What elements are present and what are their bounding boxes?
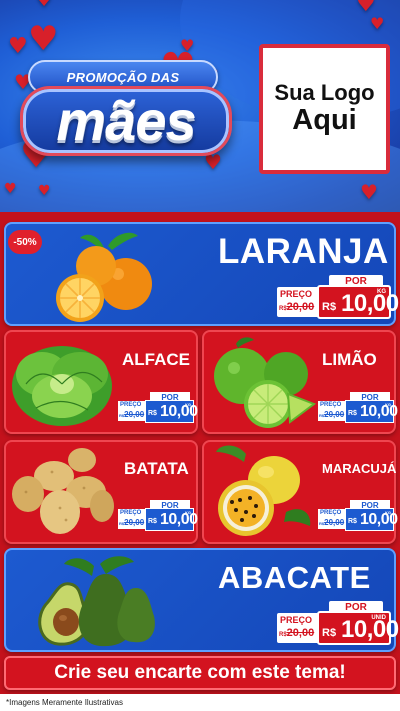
- current-price: 10,00: [341, 290, 399, 317]
- current-price: 10,00: [160, 403, 198, 420]
- unit-label: KG: [377, 289, 386, 295]
- unit-label: KG: [185, 402, 191, 407]
- unit-label: KG: [385, 402, 391, 407]
- header-banner: ♥ ♥ ♥ ♥ ♥ ♥ ♥ ♥ ♥ ♥ ♥ ♥ ♥ ♥ PROMOÇÃO DAS…: [0, 0, 400, 212]
- unit-label: UNID: [371, 615, 386, 621]
- old-price-box: PREÇO R$20,00: [277, 287, 319, 317]
- currency: R$: [148, 518, 157, 525]
- price-tag-batata: POR PREÇO R$20,00 R$ 10,00 KG: [118, 500, 198, 532]
- product-name-laranja: LARANJA: [218, 232, 389, 271]
- unit-label: KG: [185, 510, 191, 515]
- passion-fruit-image: [216, 445, 311, 536]
- currency: R$: [322, 627, 337, 639]
- preco-label: PREÇO: [120, 510, 142, 516]
- preco-label: PREÇO: [280, 289, 313, 299]
- unit-label: KG: [385, 510, 391, 515]
- product-name-abacate: ABACATE: [218, 560, 371, 595]
- heart-icon: ♥: [360, 180, 378, 204]
- product-name-alface: ALFACE: [122, 350, 190, 369]
- preco-label: PREÇO: [120, 402, 142, 408]
- heart-icon: ♥: [4, 181, 17, 197]
- price-tag-limao: POR PREÇO R$20,00 R$ 10,00 KG: [318, 392, 398, 424]
- preco-label: PREÇO: [280, 615, 313, 625]
- logo-text-line2: Aqui: [292, 104, 357, 137]
- heart-icon: ♥: [38, 183, 51, 199]
- discount-badge: -50%: [8, 230, 42, 254]
- product-name-maracuja: MARACUJÁ: [322, 461, 397, 476]
- product-name-batata: BATATA: [124, 459, 189, 478]
- currency: R$: [148, 410, 157, 417]
- current-price-box: R$ 10,00 KG: [317, 285, 399, 319]
- current-price: 10,00: [360, 511, 398, 528]
- flyer-page: ♥ ♥ ♥ ♥ ♥ ♥ ♥ ♥ ♥ ♥ ♥ ♥ ♥ ♥ PROMOÇÃO DAS…: [0, 0, 400, 711]
- current-price: 10,00: [360, 403, 398, 420]
- old-price: R$20,00: [119, 518, 145, 527]
- product-name-limao: LIMÃO: [322, 350, 377, 369]
- old-price: R$20,00: [319, 410, 345, 419]
- promo-title: mães: [56, 89, 196, 152]
- current-price-box: R$ 10,00 KG: [345, 400, 398, 423]
- old-price: R$20,00: [319, 518, 345, 527]
- promo-line: PROMOÇÃO DAS: [66, 69, 180, 85]
- heart-icon: ♥: [370, 14, 385, 33]
- cta-button[interactable]: Crie seu encarte com este tema!: [4, 656, 396, 690]
- price-tag-maracuja: POR PREÇO R$20,00 R$ 10,00 KG: [318, 500, 398, 532]
- lettuce-image: [12, 346, 112, 426]
- current-price-box: R$ 10,00 KG: [345, 508, 398, 531]
- current-price-box: R$ 10,00 KG: [145, 508, 198, 531]
- heart-icon: ♥: [8, 34, 28, 59]
- old-price: R$20,00: [279, 301, 315, 313]
- promo-title-plate: mães: [20, 86, 232, 156]
- logo-text-line1: Sua Logo: [274, 79, 375, 105]
- price-tag-laranja: POR PREÇO R$20,00 R$ 10,00 KG: [277, 275, 399, 323]
- heart-icon: ♥: [28, 19, 59, 59]
- heart-icon: ♥: [36, 0, 53, 11]
- potato-image: [12, 448, 114, 534]
- price-tag-alface: POR PREÇO R$20,00 R$ 10,00 KG: [118, 392, 198, 424]
- cta-label: Crie seu encarte com este tema!: [54, 662, 346, 683]
- avocado-image: [38, 556, 155, 647]
- current-price: 10,00: [341, 616, 399, 643]
- old-price-box: PREÇO R$20,00: [277, 613, 319, 643]
- logo-placeholder[interactable]: Sua Logo Aqui: [259, 44, 390, 174]
- old-price-box: PREÇO R$20,00: [118, 509, 147, 529]
- orange-image: [56, 232, 152, 322]
- current-price-box: R$ 10,00 KG: [145, 400, 198, 423]
- currency: R$: [322, 301, 337, 313]
- old-price: R$20,00: [279, 627, 315, 639]
- currency: R$: [348, 518, 357, 525]
- currency: R$: [348, 410, 357, 417]
- old-price-box: PREÇO R$20,00: [118, 401, 147, 421]
- old-price-box: PREÇO R$20,00: [318, 509, 347, 529]
- disclaimer-text: *Imagens Meramente Ilustrativas: [6, 698, 123, 707]
- price-tag-abacate: POR PREÇO R$20,00 R$ 10,00 UNID: [277, 601, 399, 649]
- old-price: R$20,00: [119, 410, 145, 419]
- current-price-box: R$ 10,00 UNID: [317, 611, 399, 645]
- current-price: 10,00: [160, 511, 198, 528]
- footer-disclaimer: *Imagens Meramente Ilustrativas: [0, 694, 400, 711]
- preco-label: PREÇO: [320, 402, 342, 408]
- lime-image: [214, 337, 317, 428]
- preco-label: PREÇO: [320, 510, 342, 516]
- old-price-box: PREÇO R$20,00: [318, 401, 347, 421]
